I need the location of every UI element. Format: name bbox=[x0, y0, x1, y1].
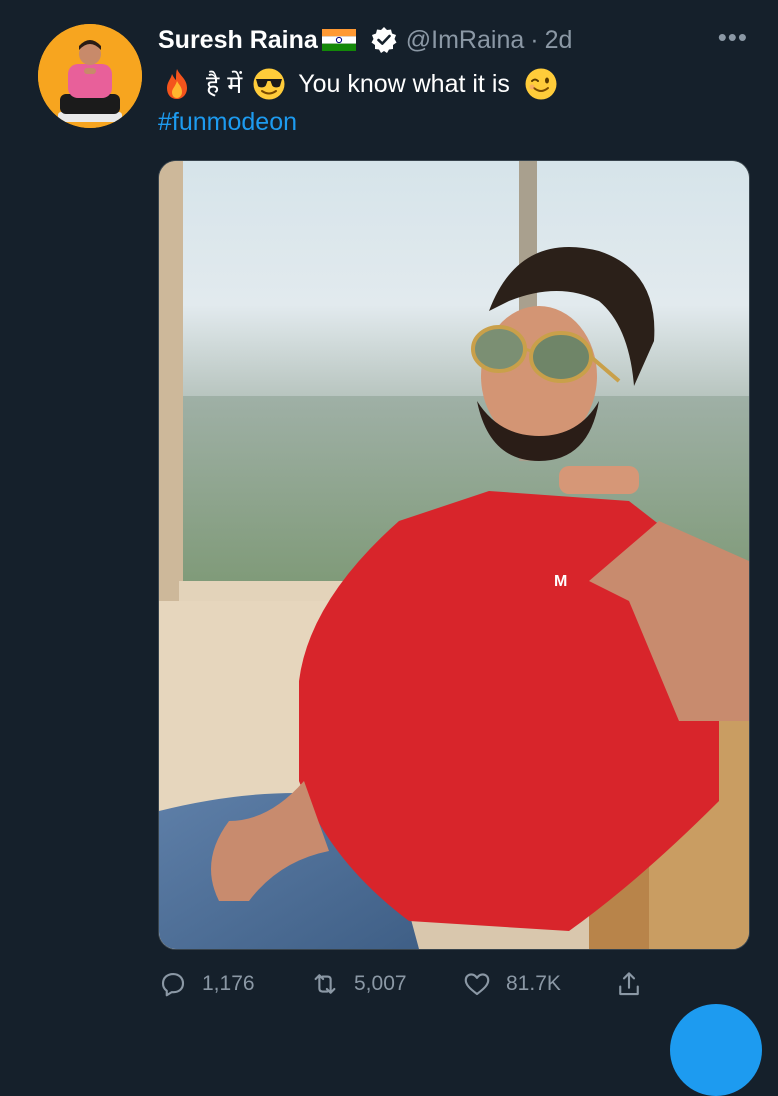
avatar[interactable] bbox=[38, 24, 142, 128]
svg-text:M: M bbox=[554, 573, 567, 590]
reply-button[interactable]: 1,176 bbox=[158, 969, 310, 999]
tweet-actions: 1,176 5,007 81.7K bbox=[158, 964, 658, 1004]
tweet[interactable]: Suresh Raina @ImRaina · 2d ••• है में Yo… bbox=[0, 0, 778, 1024]
tweet-timestamp[interactable]: 2d bbox=[545, 26, 573, 55]
heart-icon bbox=[464, 973, 490, 996]
tweet-text-english: You know what it is bbox=[298, 69, 510, 98]
share-button[interactable] bbox=[614, 969, 658, 999]
retweet-button[interactable]: 5,007 bbox=[310, 969, 462, 999]
tweet-photo[interactable]: M bbox=[158, 160, 750, 950]
share-icon bbox=[619, 972, 639, 996]
reply-icon bbox=[161, 972, 185, 997]
retweet-count: 5,007 bbox=[354, 972, 407, 995]
author-name[interactable]: Suresh Raina bbox=[158, 26, 318, 55]
india-flag-icon bbox=[321, 29, 356, 51]
separator-dot: · bbox=[530, 25, 539, 54]
more-options-icon[interactable]: ••• bbox=[718, 22, 748, 53]
reply-count: 1,176 bbox=[202, 972, 255, 995]
retweet-icon bbox=[314, 974, 336, 994]
like-count: 81.7K bbox=[506, 972, 561, 995]
tweet-text-hindi: है में bbox=[206, 70, 243, 99]
sunglasses-emoji-icon bbox=[252, 67, 286, 101]
winking-emoji-icon bbox=[524, 67, 558, 101]
compose-tweet-button[interactable] bbox=[670, 1004, 762, 1096]
verified-badge-icon bbox=[370, 26, 398, 54]
like-button[interactable]: 81.7K bbox=[462, 969, 614, 999]
fire-emoji-icon bbox=[160, 67, 194, 101]
author-handle[interactable]: @ImRaina bbox=[406, 26, 524, 55]
hashtag-link[interactable]: #funmodeon bbox=[158, 108, 297, 137]
tweet-text: है में You know what it is bbox=[160, 64, 558, 104]
tweet-header: Suresh Raina @ImRaina · 2d bbox=[158, 20, 572, 60]
